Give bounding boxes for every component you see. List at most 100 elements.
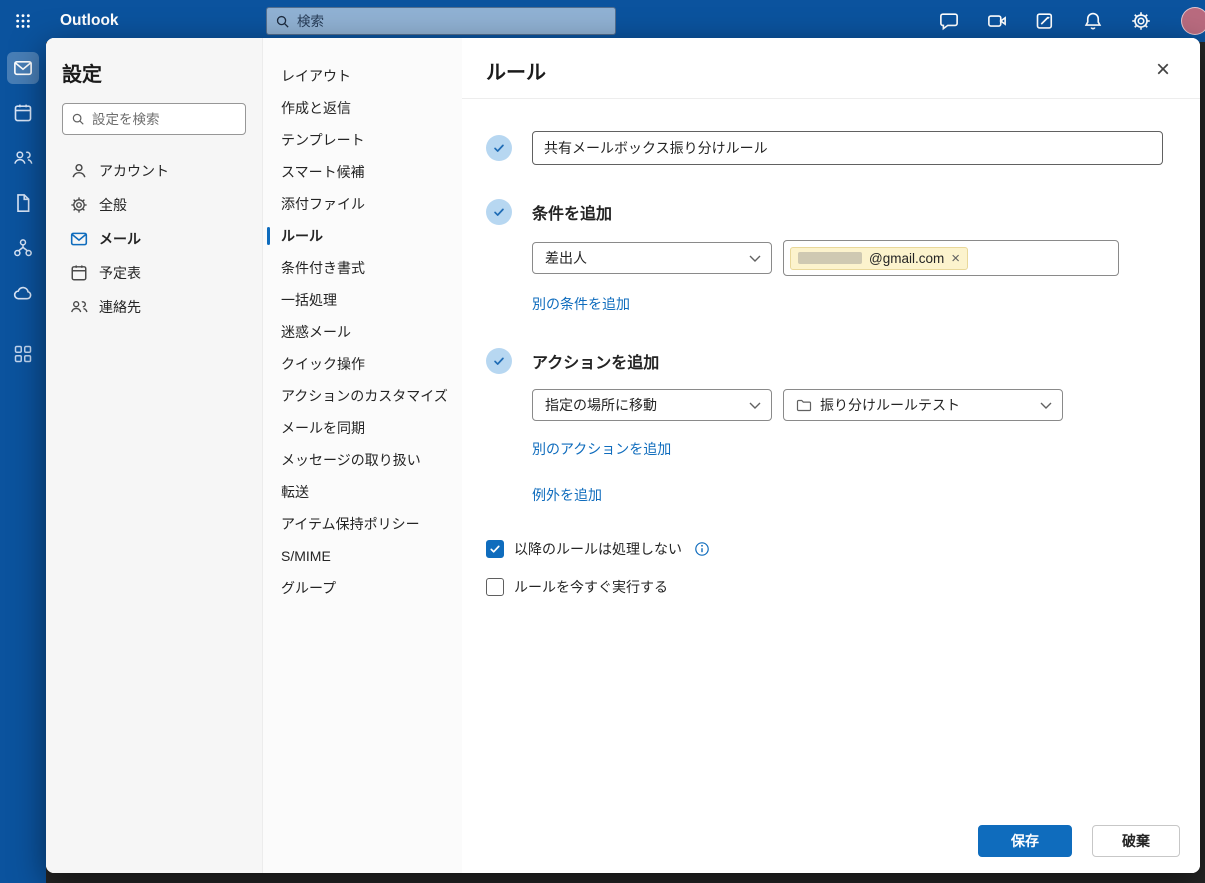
mail-settings-category-list: レイアウト 作成と返信 テンプレート スマート候補 添付ファイル ルール 条件付… — [262, 38, 462, 873]
top-app-bar: Outlook — [0, 0, 1205, 42]
category-item[interactable]: ルール — [263, 220, 462, 252]
search-icon — [275, 14, 290, 29]
category-label: テンプレート — [281, 132, 365, 148]
person-icon — [70, 162, 88, 180]
mail-icon — [70, 230, 88, 248]
category-item[interactable]: 一括処理 — [263, 284, 462, 316]
settings-search[interactable] — [62, 103, 269, 135]
app-launcher-icon[interactable] — [0, 0, 46, 42]
category-label: スマート候補 — [281, 164, 365, 180]
close-icon[interactable]: × — [1148, 55, 1178, 85]
category-item[interactable]: アイテム保持ポリシー — [263, 508, 462, 540]
rule-editor: 条件を追加 差出人 @gmail.com — [462, 99, 1200, 825]
info-icon[interactable] — [694, 541, 710, 557]
condition-type-value: 差出人 — [545, 250, 587, 266]
settings-nav-general[interactable]: 全般 — [62, 189, 246, 221]
conditions-heading: 条件を追加 — [532, 206, 613, 223]
run-rule-now-option: ルールを今すぐ実行する — [486, 577, 1176, 597]
category-label: メールを同期 — [281, 420, 365, 436]
rail-files-icon[interactable] — [7, 187, 39, 219]
category-item[interactable]: スマート候補 — [263, 156, 462, 188]
run-rule-now-checkbox[interactable] — [486, 578, 504, 596]
rail-groups-icon[interactable] — [7, 232, 39, 264]
meet-icon[interactable] — [987, 11, 1007, 31]
condition-type-dropdown[interactable]: 差出人 — [532, 242, 772, 274]
stop-processing-option: 以降のルールは処理しない — [486, 539, 1176, 559]
panel-title: ルール — [486, 61, 546, 84]
category-item[interactable]: メッセージの取り扱い — [263, 444, 462, 476]
settings-title: 設定 — [62, 64, 102, 86]
folder-icon — [796, 397, 812, 413]
settings-nav-mail[interactable]: メール — [62, 223, 246, 255]
category-label: メッセージの取り扱い — [281, 452, 421, 468]
category-item[interactable]: 添付ファイル — [263, 188, 462, 220]
redacted-email-prefix — [798, 252, 862, 264]
settings-nav: アカウント 全般 メール 予定表 連絡先 — [62, 155, 246, 323]
folder-value: 振り分けルールテスト — [820, 397, 960, 413]
category-item[interactable]: S/MIME — [263, 540, 462, 572]
bell-icon[interactable] — [1083, 11, 1103, 31]
global-search[interactable] — [266, 7, 616, 35]
category-item[interactable]: グループ — [263, 572, 462, 604]
chevron-down-icon — [749, 402, 761, 409]
rule-name-input[interactable] — [532, 131, 1163, 165]
category-item[interactable]: 転送 — [263, 476, 462, 508]
category-item[interactable]: 作成と返信 — [263, 92, 462, 124]
sender-chip: @gmail.com × — [790, 246, 968, 270]
global-search-input[interactable] — [297, 13, 607, 29]
settings-nav-contacts[interactable]: 連絡先 — [62, 291, 246, 323]
category-item[interactable]: レイアウト — [263, 60, 462, 92]
category-label: ルール — [281, 228, 323, 244]
topbar-actions — [939, 0, 1205, 42]
rail-people-icon[interactable] — [7, 142, 39, 174]
step-complete-check-icon — [486, 199, 512, 225]
category-item[interactable]: 迷惑メール — [263, 316, 462, 348]
rail-mail-icon[interactable] — [7, 52, 39, 84]
gear-icon[interactable] — [1131, 11, 1151, 31]
rules-panel: ルール × 条件を追加 — [462, 38, 1200, 873]
category-label: S/MIME — [281, 548, 331, 564]
action-type-dropdown[interactable]: 指定の場所に移動 — [532, 389, 772, 421]
condition-value-field[interactable]: @gmail.com × — [783, 240, 1119, 276]
category-label: 一括処理 — [281, 292, 337, 308]
rail-calendar-icon[interactable] — [7, 97, 39, 129]
category-item[interactable]: メールを同期 — [263, 412, 462, 444]
add-action-link[interactable]: 別のアクションを追加 — [532, 439, 671, 459]
nav-label: 全般 — [99, 197, 127, 213]
category-item[interactable]: クイック操作 — [263, 348, 462, 380]
nav-label: 連絡先 — [99, 299, 141, 315]
settings-nav-calendar[interactable]: 予定表 — [62, 257, 246, 289]
settings-search-input[interactable] — [92, 111, 269, 127]
notes-icon[interactable] — [1035, 11, 1055, 31]
category-item[interactable]: 条件付き書式 — [263, 252, 462, 284]
rail-more-apps-icon[interactable] — [7, 338, 39, 370]
people-icon — [70, 298, 88, 316]
settings-nav-account[interactable]: アカウント — [62, 155, 246, 187]
option-label: 以降のルールは処理しない — [514, 541, 682, 557]
settings-sidebar: 設定 アカウント 全般 — [46, 38, 269, 873]
category-label: アイテム保持ポリシー — [281, 516, 420, 532]
step-complete-check-icon — [486, 135, 512, 161]
discard-button[interactable]: 破棄 — [1092, 825, 1180, 857]
rule-name-step — [486, 131, 1176, 165]
folder-dropdown[interactable]: 振り分けルールテスト — [783, 389, 1063, 421]
category-item[interactable]: アクションのカスタマイズ — [263, 380, 462, 412]
add-condition-link[interactable]: 別の条件を追加 — [532, 294, 630, 314]
nav-label: 予定表 — [99, 265, 141, 281]
category-label: 条件付き書式 — [281, 260, 365, 276]
panel-footer: 保存 破棄 — [462, 825, 1200, 873]
category-label: 作成と返信 — [281, 100, 351, 116]
remove-chip-icon[interactable]: × — [951, 251, 960, 266]
actions-heading: アクションを追加 — [532, 355, 660, 372]
add-exception-link[interactable]: 例外を追加 — [532, 485, 602, 505]
user-avatar[interactable] — [1181, 7, 1205, 35]
save-button[interactable]: 保存 — [978, 825, 1072, 857]
stop-processing-checkbox[interactable] — [486, 540, 504, 558]
category-label: 添付ファイル — [281, 196, 365, 212]
panel-header: ルール × — [462, 38, 1200, 99]
chat-icon[interactable] — [939, 11, 959, 31]
category-item[interactable]: テンプレート — [263, 124, 462, 156]
sender-chip-text: @gmail.com — [869, 250, 945, 266]
rail-cloud-icon[interactable] — [7, 277, 39, 309]
settings-dialog: 設定 アカウント 全般 — [46, 38, 1200, 873]
